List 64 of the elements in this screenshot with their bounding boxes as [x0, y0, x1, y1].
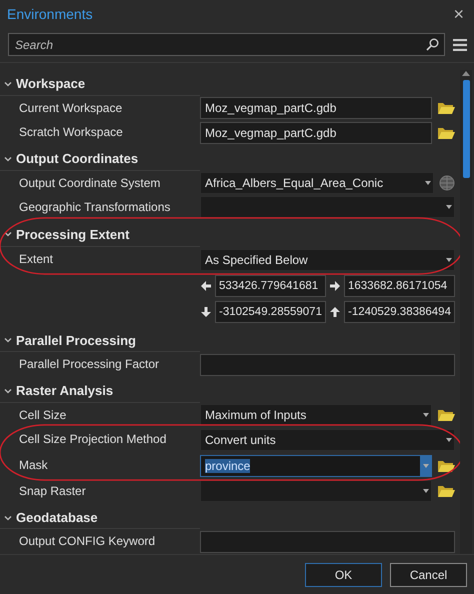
setting-label: Output Coordinate System	[18, 174, 162, 190]
menu-icon[interactable]	[453, 38, 467, 50]
setting-label: Cell Size	[18, 406, 68, 422]
setting-label: Current Workspace	[18, 100, 124, 115]
scrollbar[interactable]	[460, 70, 472, 554]
globe-icon[interactable]	[439, 174, 455, 191]
text-field[interactable]	[200, 530, 455, 553]
dropdown-field[interactable]	[200, 196, 455, 218]
dropdown-field[interactable]: Maximum of Inputs	[200, 404, 432, 426]
dropdown-field[interactable]: Convert units	[200, 429, 455, 452]
setting-label: Geographic Transformations	[18, 199, 172, 214]
setting-label: Parallel Processing Factor	[18, 356, 160, 372]
chevron-icon[interactable]	[4, 514, 12, 521]
scroll-up-icon[interactable]	[462, 70, 470, 76]
search-icon[interactable]	[426, 38, 439, 51]
setting-label: Output CONFIG Keyword	[18, 533, 156, 548]
search-field[interactable]: Search	[8, 33, 445, 56]
setting-label: Cell Size Projection Method	[18, 431, 168, 446]
chevron-icon[interactable]	[4, 388, 12, 394]
setting-label: Snap Raster	[18, 483, 87, 498]
arrow-icon	[200, 280, 212, 292]
window-title: Environments	[7, 6, 93, 22]
setting-label: Scratch Workspace	[18, 124, 124, 140]
folder-icon[interactable]	[437, 100, 455, 115]
arrow-icon	[200, 306, 212, 318]
folder-icon[interactable]	[437, 459, 455, 474]
dropdown-field[interactable]	[200, 480, 432, 502]
section-header[interactable]: Output Coordinates	[0, 148, 200, 171]
chevron-icon[interactable]	[4, 80, 12, 87]
cancel-button[interactable]: Cancel	[390, 562, 467, 586]
arrow-icon	[329, 280, 341, 292]
ok-button[interactable]: OK	[305, 562, 382, 586]
text-field[interactable]	[200, 354, 455, 376]
caret-icon	[424, 180, 430, 185]
setting-label: Extent	[18, 250, 54, 266]
extent-field[interactable]: 533426.779641681	[215, 274, 326, 297]
text-field[interactable]: Moz_vegmap_partC.gdb	[200, 122, 432, 144]
arrow-icon	[329, 306, 341, 318]
folder-icon[interactable]	[437, 408, 455, 422]
setting-label: Mask	[18, 457, 49, 472]
section-header[interactable]: Raster Analysis	[0, 380, 200, 403]
chevron-icon[interactable]	[4, 337, 12, 344]
chevron-icon[interactable]	[4, 156, 12, 162]
caret-icon	[422, 412, 428, 417]
folder-icon[interactable]	[437, 126, 455, 140]
chevron-icon[interactable]	[4, 231, 12, 238]
extent-field[interactable]: -1240529.38386494	[344, 300, 455, 323]
caret-icon	[446, 258, 452, 262]
extent-field[interactable]: 1633682.86171054	[344, 274, 455, 297]
close-button[interactable]: ×	[451, 4, 466, 24]
dropdown-field[interactable]: As Specified Below	[200, 248, 455, 271]
caret-icon	[422, 489, 428, 494]
section-header[interactable]: Parallel Processing	[0, 330, 200, 352]
section-header[interactable]: Workspace	[0, 73, 200, 96]
dropdown-field[interactable]: province	[200, 455, 432, 478]
dropdown-field[interactable]: Africa_Albers_Equal_Area_Conic	[200, 172, 434, 194]
section-header[interactable]: Processing Extent	[0, 222, 200, 247]
section-header[interactable]: Geodatabase	[0, 506, 200, 530]
folder-icon[interactable]	[437, 484, 455, 498]
caret-icon	[422, 464, 428, 468]
extent-field[interactable]: -3102549.28559071	[215, 300, 326, 323]
caret-icon	[446, 205, 452, 210]
text-field[interactable]: Moz_vegmap_partC.gdb	[200, 96, 432, 119]
caret-icon	[446, 438, 452, 442]
